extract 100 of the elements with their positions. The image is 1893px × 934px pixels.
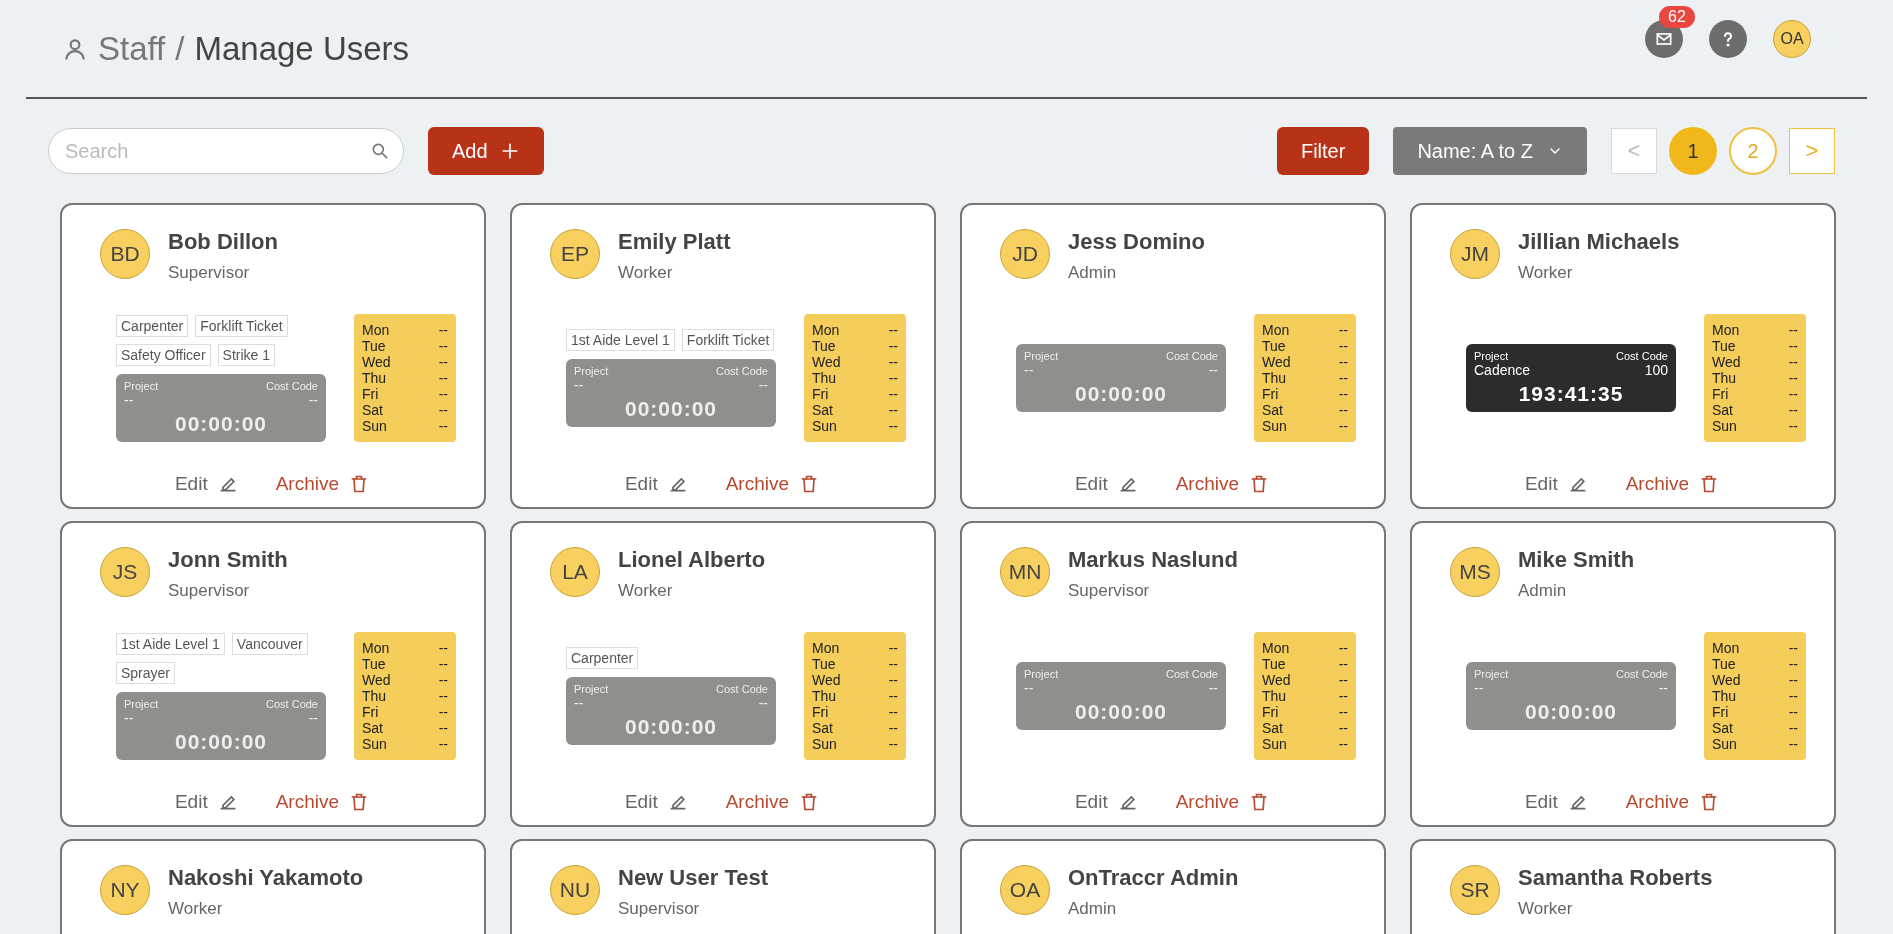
breadcrumb-link[interactable]: Staff xyxy=(98,29,166,68)
user-name: Jillian Michaels xyxy=(1518,229,1680,255)
day-label: Wed xyxy=(1262,672,1291,688)
breadcrumb-separator: / xyxy=(175,29,185,68)
user-avatar: NU xyxy=(550,865,600,915)
edit-button[interactable]: Edit xyxy=(1524,473,1588,495)
edit-button[interactable]: Edit xyxy=(174,473,238,495)
edit-button[interactable]: Edit xyxy=(1074,791,1138,813)
skill-tag: Carpenter xyxy=(116,314,189,337)
day-hours: -- xyxy=(888,370,898,386)
archive-button[interactable]: Archive xyxy=(1175,473,1270,495)
project-label: Project xyxy=(574,365,609,377)
day-label: Thu xyxy=(1262,370,1287,386)
user-role: Admin xyxy=(1518,581,1568,601)
cost-code-label: Cost Code xyxy=(1166,668,1218,680)
filter-button[interactable]: Filter xyxy=(1276,127,1370,175)
user-role: Worker xyxy=(168,899,224,919)
user-avatar-button[interactable]: OA xyxy=(1773,19,1811,58)
user-role: Worker xyxy=(1518,263,1574,283)
add-button[interactable]: Add xyxy=(428,127,544,175)
day-label: Fri xyxy=(362,704,379,720)
day-hours: -- xyxy=(1338,736,1348,752)
user-name: Nakoshi Yakamoto xyxy=(168,865,364,891)
skill-tag: Strike 1 xyxy=(217,343,276,366)
day-label: Wed xyxy=(362,672,391,688)
timer-value: 00:00:00 xyxy=(1523,700,1619,724)
user-name: New User Test xyxy=(618,865,768,891)
day-label: Sun xyxy=(812,736,837,752)
cost-code-value: -- xyxy=(1208,680,1218,696)
sort-dropdown[interactable]: Name: A to Z xyxy=(1393,127,1587,175)
day-label: Sun xyxy=(812,418,837,434)
archive-button[interactable]: Archive xyxy=(725,791,820,813)
day-label: Mon xyxy=(812,322,840,338)
day-hours: -- xyxy=(438,656,448,672)
edit-button[interactable]: Edit xyxy=(624,473,688,495)
edit-button[interactable]: Edit xyxy=(1524,791,1588,813)
user-name: Mike Smith xyxy=(1518,547,1635,573)
project-value: -- xyxy=(1024,680,1034,696)
archive-button[interactable]: Archive xyxy=(1175,791,1270,813)
user-avatar: MS xyxy=(1450,547,1500,597)
day-label: Sat xyxy=(362,402,383,418)
archive-button[interactable]: Archive xyxy=(275,791,370,813)
cost-code-label: Cost Code xyxy=(716,683,768,695)
skill-tag: Forklift Ticket xyxy=(681,329,775,351)
timer-value: 00:00:00 xyxy=(1073,700,1169,724)
day-hours: -- xyxy=(1338,672,1348,688)
cost-code-label: Cost Code xyxy=(1616,668,1668,680)
day-hours: -- xyxy=(1338,688,1348,704)
skill-tag: Safety Officer xyxy=(116,343,211,366)
day-label: Sun xyxy=(362,736,387,752)
day-hours: -- xyxy=(1338,656,1348,672)
day-label: Fri xyxy=(1712,386,1729,402)
day-hours: -- xyxy=(888,704,898,720)
archive-button[interactable]: Archive xyxy=(1625,791,1720,813)
day-label: Wed xyxy=(812,354,841,370)
help-button[interactable] xyxy=(1709,19,1747,58)
skill-tag: 1st Aide Level 1 xyxy=(566,329,675,351)
edit-button[interactable]: Edit xyxy=(624,791,688,813)
day-hours: -- xyxy=(888,386,898,402)
archive-button[interactable]: Archive xyxy=(275,473,370,495)
page-number-button[interactable]: 1 xyxy=(1669,127,1717,175)
user-role: Supervisor xyxy=(1068,581,1151,601)
skill-tag: 1st Aide Level 1 xyxy=(116,632,225,655)
day-hours: -- xyxy=(438,688,448,704)
timer-value: 00:00:00 xyxy=(623,397,719,421)
timer-value: 00:00:00 xyxy=(623,715,719,739)
archive-button[interactable]: Archive xyxy=(1625,473,1720,495)
day-label: Tue xyxy=(1262,338,1286,354)
archive-button[interactable]: Archive xyxy=(725,473,820,495)
day-hours: -- xyxy=(1338,322,1348,338)
day-hours: -- xyxy=(888,672,898,688)
user-avatar: JM xyxy=(1450,229,1500,279)
edit-button[interactable]: Edit xyxy=(174,791,238,813)
cost-code-label: Cost Code xyxy=(1616,350,1668,362)
day-hours: -- xyxy=(1338,720,1348,736)
user-name: Jess Domino xyxy=(1068,229,1205,255)
day-label: Sat xyxy=(1262,720,1283,736)
user-role: Worker xyxy=(618,263,674,283)
search-field[interactable]: Search xyxy=(48,128,404,174)
timer-value: 00:00:00 xyxy=(173,411,269,436)
user-role: Supervisor xyxy=(168,581,251,601)
project-value: Cadence xyxy=(1474,362,1531,378)
day-hours: -- xyxy=(888,338,898,354)
day-label: Mon xyxy=(1262,322,1290,338)
edit-button[interactable]: Edit xyxy=(1074,473,1138,495)
day-label: Sun xyxy=(1712,418,1737,434)
user-avatar: JS xyxy=(100,547,150,597)
day-label: Mon xyxy=(1262,640,1290,656)
day-hours: -- xyxy=(438,386,448,402)
skill-tag: Forklift Ticket xyxy=(195,314,288,337)
day-hours: -- xyxy=(1788,370,1798,386)
day-hours: -- xyxy=(1788,386,1798,402)
day-label: Wed xyxy=(1262,354,1291,370)
day-label: Thu xyxy=(362,370,387,386)
project-label: Project xyxy=(1474,350,1509,362)
cost-code-label: Cost Code xyxy=(716,365,768,377)
user-role: Admin xyxy=(1068,899,1118,919)
day-label: Sat xyxy=(362,720,383,736)
skill-tag: Carpenter xyxy=(566,647,639,669)
day-label: Sat xyxy=(812,720,833,736)
